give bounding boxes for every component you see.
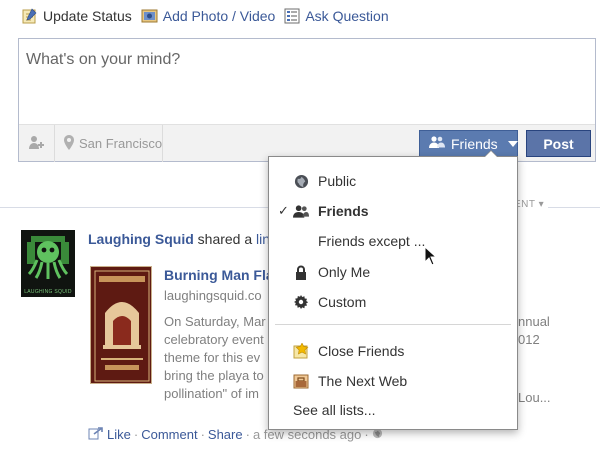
status-input[interactable]: [19, 39, 595, 123]
tab-add-photo-video[interactable]: Add Photo / Video: [141, 8, 276, 24]
audience-selector-button[interactable]: Friends: [419, 130, 518, 157]
menu-item-custom[interactable]: Custom: [269, 288, 517, 316]
menu-item-see-all-lists-label: See all lists...: [293, 402, 376, 418]
question-list-icon: [284, 8, 300, 24]
attachment-desc-right-fragment: nnual: [518, 314, 550, 329]
menu-item-the-next-web[interactable]: The Next Web: [269, 367, 517, 395]
status-composer: San Francisco Friends Post: [18, 38, 596, 162]
pencil-icon: [22, 8, 38, 24]
story-header: Laughing Squid shared a link: [88, 231, 277, 247]
friends-icon: [293, 203, 309, 219]
composer-tabs: Update Status Add Photo / Video Ask Ques…: [22, 5, 389, 27]
menu-item-see-all-lists[interactable]: See all lists...: [269, 396, 517, 424]
menu-item-friends-except-label: Friends except ...: [318, 233, 426, 249]
location-pin-icon: [64, 134, 74, 153]
mouse-pointer-icon: [424, 245, 438, 269]
lock-icon: [293, 264, 309, 280]
menu-item-friends-except[interactable]: Friends except ...: [269, 227, 517, 255]
avatar[interactable]: LAUGHING SQUID: [21, 230, 75, 297]
globe-icon: [293, 173, 309, 189]
menu-item-friends[interactable]: ✓ Friends: [269, 197, 517, 225]
tab-update-status[interactable]: Update Status: [22, 8, 132, 24]
menu-item-close-friends-label: Close Friends: [318, 343, 405, 359]
share-link[interactable]: Share: [208, 427, 243, 442]
attachment-desc-right-fragment: 012: [518, 332, 540, 347]
location-button[interactable]: San Francisco: [56, 125, 163, 162]
separator-dot: ·: [200, 427, 205, 442]
post-button[interactable]: Post: [526, 130, 591, 157]
add-person-icon: [28, 134, 46, 153]
separator-dot: ·: [245, 427, 250, 442]
location-label: San Francisco: [79, 136, 163, 151]
like-link[interactable]: Like: [107, 427, 131, 442]
menu-notch: [484, 150, 498, 157]
story-verb: shared a: [197, 231, 253, 247]
audience-menu: Public ✓ Friends Friends except ... Only…: [268, 150, 518, 430]
avatar-caption: LAUGHING SQUID: [24, 289, 72, 295]
checkmark-icon: ✓: [278, 203, 289, 218]
share-post-icon: [88, 426, 104, 443]
attachment-desc-line: On Saturday, Mar: [164, 314, 266, 329]
menu-item-only-me[interactable]: Only Me: [269, 258, 517, 286]
menu-item-the-next-web-label: The Next Web: [318, 373, 408, 389]
briefcase-list-icon: [293, 373, 309, 389]
menu-item-only-me-label: Only Me: [318, 264, 371, 280]
attachment-domain: laughingsquid.co: [164, 288, 262, 303]
attachment-thumbnail[interactable]: [90, 266, 152, 384]
tab-add-photo-video-label: Add Photo / Video: [162, 8, 276, 24]
attachment-desc-line: pollination" of im: [164, 386, 259, 401]
separator-dot: ·: [133, 427, 139, 442]
gear-icon: [293, 294, 309, 310]
menu-item-custom-label: Custom: [318, 294, 367, 310]
menu-item-public-label: Public: [318, 173, 357, 189]
chevron-down-icon: [507, 140, 518, 147]
photo-icon: [141, 8, 158, 24]
tab-ask-question[interactable]: Ask Question: [284, 8, 389, 24]
menu-separator: [275, 324, 511, 325]
tab-update-status-label: Update Status: [43, 8, 132, 24]
attachment-desc-right-fragment: Lou...: [518, 390, 551, 405]
attachment-desc-line: celebratory event: [164, 332, 264, 347]
friends-icon: [429, 135, 445, 152]
poster-image: [91, 267, 151, 383]
menu-item-friends-label: Friends: [318, 203, 369, 219]
star-list-icon: [293, 343, 309, 359]
comment-link[interactable]: Comment: [141, 427, 197, 442]
menu-item-public[interactable]: Public: [269, 167, 517, 195]
attachment-desc-line: theme for this ev: [164, 350, 261, 365]
attachment-title-link[interactable]: Burning Man Fla: [164, 267, 274, 283]
story-actor-link[interactable]: Laughing Squid: [88, 231, 194, 247]
tab-ask-question-label: Ask Question: [305, 8, 389, 24]
attachment-desc-line: bring the playa to: [164, 368, 264, 383]
tag-friends-button[interactable]: [19, 125, 55, 162]
menu-item-close-friends[interactable]: Close Friends: [269, 337, 517, 365]
